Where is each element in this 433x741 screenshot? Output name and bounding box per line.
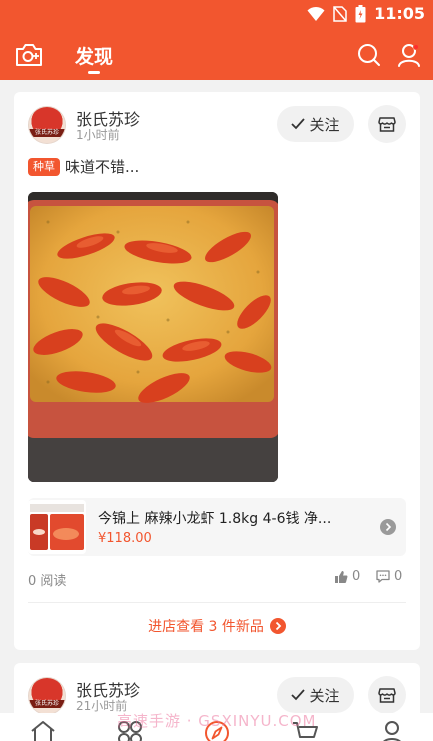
user-button[interactable] — [395, 41, 423, 69]
comment-button[interactable]: 0 — [376, 569, 402, 584]
chevron-right-icon — [380, 519, 396, 535]
status-bar: 11:05 — [0, 0, 433, 30]
post-card[interactable]: 张氏苏珍 张氏苏珍 1小时前 关注 种草 味道不错... 今锦上 麻辣小龙虾 1… — [14, 92, 420, 650]
arrow-right-icon — [269, 618, 286, 634]
comment-icon — [376, 570, 390, 583]
follow-label: 关注 — [309, 686, 340, 705]
post-time: 1小时前 — [76, 128, 120, 142]
shop-link-label: 进店查看 3 件新品 — [148, 619, 264, 635]
post-caption[interactable]: 味道不错... — [65, 156, 139, 177]
product-thumbnail — [28, 500, 86, 554]
watermark: 高速手游 · GSXINYU.COM — [117, 712, 317, 730]
avatar-logo-text: 张氏苏珍 — [29, 700, 65, 708]
avatar[interactable]: 张氏苏珍 — [28, 677, 66, 715]
shop-new-items-link[interactable]: 进店查看 3 件新品 — [14, 616, 420, 636]
camera-icon[interactable] — [14, 42, 44, 68]
notification-dot — [413, 44, 419, 50]
read-count: 0 阅读 — [28, 574, 67, 589]
crayfish-photo — [28, 192, 278, 482]
like-count: 0 — [352, 569, 361, 584]
profile-icon[interactable] — [378, 719, 406, 741]
page-title[interactable]: 发现 — [75, 42, 113, 69]
shop-button[interactable] — [368, 105, 406, 143]
follow-button[interactable]: 关注 — [277, 677, 354, 713]
product-image — [28, 500, 86, 554]
like-button[interactable]: 0 — [334, 569, 360, 584]
home-icon[interactable] — [29, 719, 57, 741]
avatar[interactable]: 张氏苏珍 — [28, 106, 66, 144]
avatar-logo-text: 张氏苏珍 — [29, 129, 65, 137]
thumbs-up-icon — [335, 570, 348, 583]
wifi-icon — [307, 6, 325, 21]
check-icon — [291, 118, 306, 130]
tag-badge: 种草 — [28, 158, 60, 176]
shop-button[interactable] — [368, 676, 406, 714]
store-icon — [378, 117, 396, 132]
product-title: 今锦上 麻辣小龙虾 1.8kg 4-6钱 净... — [98, 511, 332, 527]
product-price: ¥118.00 — [98, 531, 152, 546]
follow-label: 关注 — [309, 115, 340, 134]
search-icon[interactable] — [356, 42, 382, 68]
check-icon — [291, 689, 306, 701]
battery-icon — [355, 4, 366, 22]
no-sim-icon — [333, 5, 347, 22]
comment-count: 0 — [394, 569, 403, 584]
product-card[interactable]: 今锦上 麻辣小龙虾 1.8kg 4-6钱 净... ¥118.00 — [28, 498, 406, 556]
store-icon — [378, 688, 396, 703]
post-image[interactable] — [28, 192, 278, 482]
divider — [28, 602, 406, 603]
app-bar: 发现 — [0, 30, 433, 80]
status-time: 11:05 — [374, 4, 425, 23]
title-underline — [88, 71, 100, 74]
follow-button[interactable]: 关注 — [277, 106, 354, 142]
